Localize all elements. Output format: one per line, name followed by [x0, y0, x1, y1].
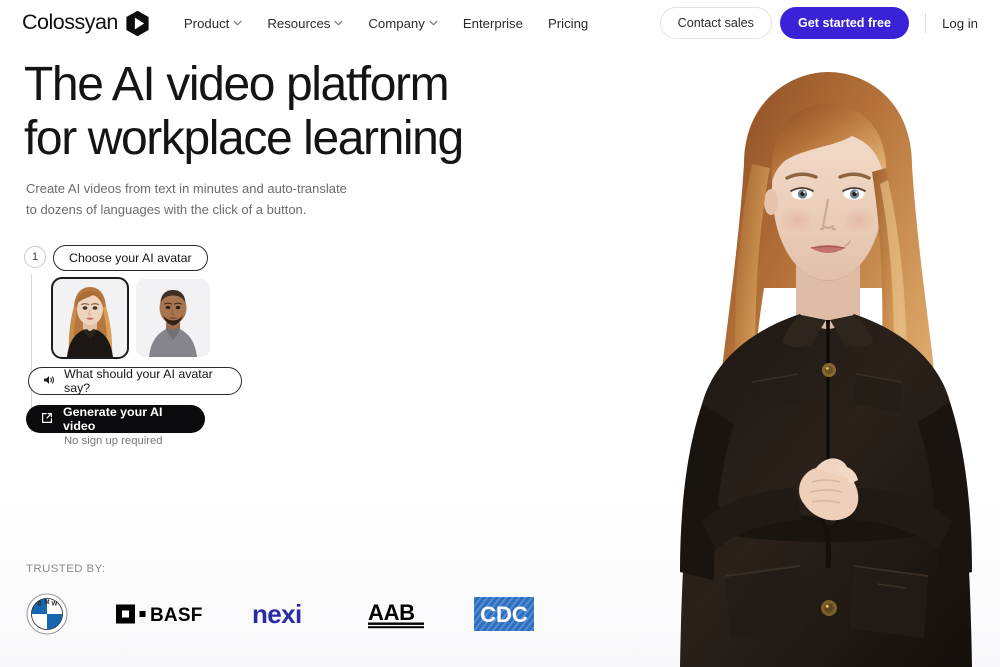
- headline-line-1: The AI video platform: [24, 58, 450, 111]
- nav-label: Resources: [267, 15, 331, 31]
- trusted-by-label: TRUSTED BY:: [26, 563, 106, 575]
- bmw-logo: B M W: [26, 593, 68, 635]
- page-title: The AI video platform for workplace lear…: [24, 58, 584, 166]
- chevron-down-icon: [334, 20, 343, 26]
- svg-text:BASF: BASF: [150, 605, 203, 626]
- svg-text:W: W: [51, 600, 57, 607]
- avatar-option-man[interactable]: [136, 279, 210, 357]
- nav-item-company[interactable]: Company: [368, 15, 438, 31]
- header-divider: [925, 13, 927, 33]
- nav-item-resources[interactable]: Resources: [267, 16, 343, 31]
- svg-text:B: B: [37, 600, 42, 607]
- nav-item-pricing[interactable]: Pricing: [548, 16, 588, 31]
- no-signup-note: No sign up required: [64, 435, 163, 447]
- external-link-icon: [41, 412, 53, 427]
- chevron-down-icon: [233, 20, 242, 26]
- page-subtitle: Create AI videos from text in minutes an…: [26, 178, 356, 220]
- nav-label: Pricing: [547, 15, 589, 31]
- chevron-down-icon: [429, 20, 438, 26]
- svg-text:CDC: CDC: [480, 602, 528, 627]
- avatar-options: [51, 277, 210, 359]
- nav-item-product[interactable]: Product: [184, 16, 242, 31]
- svg-text:nexi: nexi: [252, 600, 302, 628]
- get-started-free-button[interactable]: Get started free: [779, 7, 910, 39]
- nav-label: Company: [368, 15, 425, 31]
- brand-name: Colossyan: [22, 10, 118, 35]
- avatar-script-placeholder: What should your AI avatar say?: [64, 367, 213, 395]
- svg-text:M: M: [44, 599, 49, 606]
- trusted-by-section: TRUSTED BY: B M W BASF nexi AAB CDC: [0, 554, 1000, 667]
- play-hexagon-icon: [125, 10, 150, 37]
- brand-logo[interactable]: Colossyan: [22, 10, 150, 37]
- header-actions: Contact sales Get started free Log in: [659, 7, 978, 39]
- login-link[interactable]: Log in: [942, 16, 978, 31]
- generate-video-label: Generate your AI video: [63, 405, 163, 433]
- subtitle-line-2: to dozens of languages with the click of…: [26, 202, 307, 217]
- site-header: Colossyan Product Resources Company Ente…: [0, 0, 1000, 46]
- aab-logo: AAB: [368, 599, 426, 629]
- basf-logo: BASF: [116, 602, 204, 626]
- choose-avatar-label[interactable]: Choose your AI avatar: [53, 245, 208, 271]
- headline-line-2: for workplace learning: [24, 112, 464, 165]
- generate-video-button[interactable]: Generate your AI video: [26, 405, 205, 433]
- main-navigation: Product Resources Company Enterprise Pri…: [184, 16, 588, 31]
- nav-label: Enterprise: [462, 15, 523, 31]
- svg-text:AAB: AAB: [368, 600, 415, 625]
- speaker-icon: [43, 374, 55, 389]
- contact-sales-button[interactable]: Contact sales: [659, 7, 772, 39]
- landing-page: Colossyan Product Resources Company Ente…: [0, 0, 1000, 667]
- trusted-by-logos: B M W BASF nexi AAB CDC: [26, 590, 534, 638]
- step-number-badge: 1: [24, 246, 46, 268]
- nexi-logo: nexi: [252, 600, 320, 628]
- nav-label: Product: [183, 15, 230, 31]
- cdc-logo: CDC: [474, 597, 534, 631]
- subtitle-line-1: Create AI videos from text in minutes an…: [26, 181, 347, 196]
- avatar-option-woman[interactable]: [51, 277, 129, 359]
- nav-item-enterprise[interactable]: Enterprise: [463, 16, 523, 31]
- avatar-script-input[interactable]: What should your AI avatar say?: [28, 367, 242, 395]
